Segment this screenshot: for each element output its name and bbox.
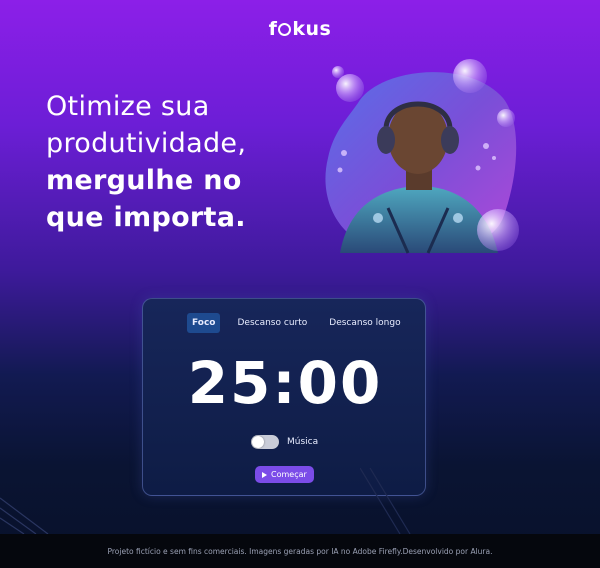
decorative-lines-right: [360, 468, 411, 534]
timer-card: Foco Descanso curto Descanso longo 25:00…: [142, 298, 426, 496]
page-footer: Projeto fictício e sem fins comerciais. …: [0, 534, 600, 568]
play-icon: [262, 471, 267, 478]
timer-mode-tabs: Foco Descanso curto Descanso longo: [187, 313, 406, 333]
logo-ring-icon: [278, 23, 292, 36]
hero-illustration: [318, 58, 523, 258]
music-label: Música: [287, 437, 319, 447]
decorative-lines-left: [0, 497, 49, 534]
footer-text: Projeto fictício e sem fins comerciais. …: [107, 546, 493, 556]
hero-headline: Otimize sua produtividade, mergulhe no q…: [46, 88, 286, 236]
tab-descanso-longo[interactable]: Descanso longo: [324, 313, 405, 333]
timer-display: 25:00: [187, 349, 383, 417]
toggle-knob: [252, 436, 264, 448]
logo-text-prefix: f: [268, 18, 278, 40]
diver-illustration-image: [325, 59, 519, 254]
music-toggle-row: Música: [251, 435, 318, 449]
headline-bold: mergulhe no que importa.: [46, 165, 246, 233]
tab-foco[interactable]: Foco: [187, 313, 221, 333]
logo-text-suffix: kus: [292, 18, 332, 40]
start-button-label: Começar: [271, 470, 307, 479]
headline-light: Otimize sua produtividade,: [46, 91, 247, 159]
music-toggle[interactable]: [251, 435, 279, 449]
app-logo: f kus: [0, 18, 600, 40]
start-button[interactable]: Começar: [255, 466, 314, 483]
tab-descanso-curto[interactable]: Descanso curto: [232, 313, 312, 333]
